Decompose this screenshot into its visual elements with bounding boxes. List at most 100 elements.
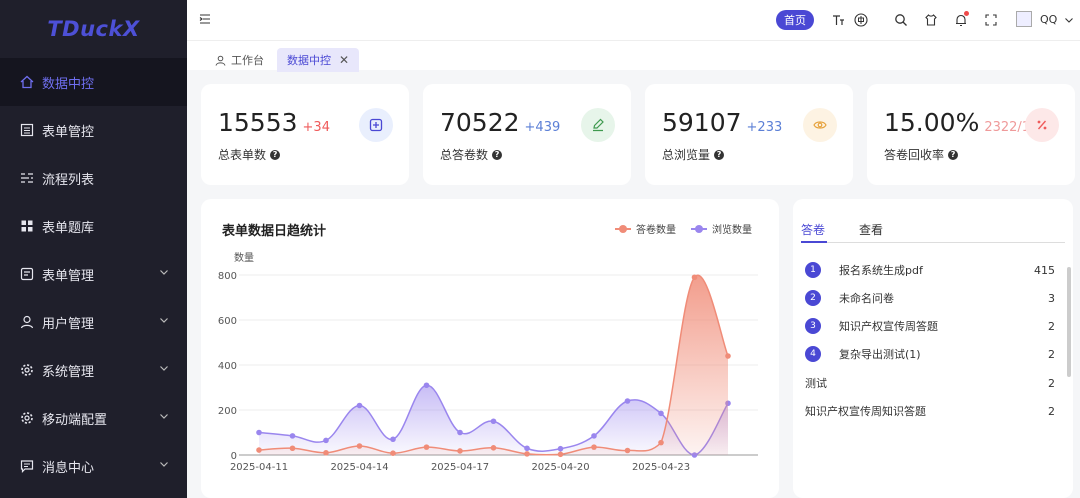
font-size-icon[interactable] bbox=[830, 12, 846, 28]
data-point bbox=[457, 448, 463, 454]
user-icon bbox=[20, 315, 34, 329]
stat-label: 总答卷数? bbox=[440, 146, 503, 163]
rank-value: 2 bbox=[1048, 347, 1055, 361]
data-point bbox=[356, 402, 363, 409]
sidebar-item-system-management[interactable]: 系统管理 bbox=[0, 346, 187, 394]
ranking-card: 答卷 查看 1 报名系统生成pdf 415 2 未命名问卷 3 3 知识产权宣传… bbox=[793, 199, 1073, 498]
percent-icon bbox=[1025, 108, 1059, 142]
fullscreen-icon[interactable] bbox=[983, 12, 999, 28]
help-icon[interactable]: ? bbox=[492, 149, 503, 160]
user-name[interactable]: QQ bbox=[1040, 13, 1057, 26]
sidebar-item-data-center[interactable]: 数据中控 bbox=[0, 58, 187, 106]
data-point bbox=[423, 382, 430, 389]
data-point bbox=[289, 445, 296, 452]
sidebar-item-message-center[interactable]: 消息中心 bbox=[0, 442, 187, 490]
rank-badge: 2 bbox=[805, 290, 821, 306]
tab-workbench[interactable]: 工作台 bbox=[205, 48, 274, 72]
data-point bbox=[557, 445, 564, 452]
help-icon[interactable]: ? bbox=[714, 149, 725, 160]
x-tick-label: 2025-04-14 bbox=[330, 462, 388, 473]
y-tick-label: 800 bbox=[218, 271, 237, 282]
data-point bbox=[390, 436, 396, 443]
avatar[interactable] bbox=[1016, 11, 1032, 27]
chevron-down-icon bbox=[160, 270, 168, 275]
language-icon[interactable] bbox=[853, 12, 869, 28]
rank-name: 知识产权宣传周答题 bbox=[839, 320, 938, 333]
sidebar-item-label: 数据中控 bbox=[42, 76, 95, 92]
data-point bbox=[624, 398, 631, 404]
y-tick-label: 0 bbox=[231, 451, 237, 462]
close-icon[interactable]: ✕ bbox=[339, 53, 349, 67]
x-tick-label: 2025-04-23 bbox=[632, 462, 690, 473]
x-tick-label: 2025-04-17 bbox=[431, 462, 489, 473]
stat-card-recovery-rate: 15.00% 2322/15 答卷回收率? bbox=[867, 84, 1075, 185]
ranking-row[interactable]: 4 复杂导出测试(1) 2 bbox=[805, 344, 1055, 364]
stat-card-total-answers: 70522 +439 总答卷数? bbox=[423, 84, 631, 185]
sidebar-item-label: 表单管控 bbox=[42, 124, 95, 140]
sidebar-item-form-control[interactable]: 表单管控 bbox=[0, 106, 187, 154]
scrollbar[interactable] bbox=[1067, 267, 1071, 377]
data-point bbox=[323, 449, 329, 456]
data-point bbox=[658, 439, 664, 446]
eye-icon bbox=[803, 108, 837, 142]
data-point bbox=[390, 450, 396, 456]
help-icon[interactable]: ? bbox=[948, 149, 959, 160]
data-point bbox=[490, 418, 497, 425]
ranking-row[interactable]: 知识产权宣传周知识答题 2 bbox=[805, 401, 1055, 421]
stat-card-total-forms: 15553 +34 总表单数? bbox=[201, 84, 409, 185]
form-edit-icon bbox=[20, 267, 34, 281]
tab-data-center[interactable]: 数据中控 ✕ bbox=[277, 48, 360, 72]
sidebar-item-form-management[interactable]: 表单管理 bbox=[0, 250, 187, 298]
chevron-down-icon bbox=[160, 462, 168, 467]
home-button[interactable]: 首页 bbox=[776, 10, 814, 30]
logo-text: TDuckX bbox=[47, 17, 140, 41]
data-point bbox=[490, 445, 497, 451]
sidebar-item-label: 表单管理 bbox=[42, 268, 95, 284]
sidebar-item-question-bank[interactable]: 表单题库 bbox=[0, 202, 187, 250]
trend-chart: 数量 0 200 400 600 800 2025-04-11 2025-04-14 2025-… bbox=[218, 251, 758, 473]
ranking-row[interactable]: 2 未命名问卷 3 bbox=[805, 288, 1055, 308]
data-point bbox=[323, 437, 329, 444]
ranking-row[interactable]: 1 报名系统生成pdf 415 bbox=[805, 260, 1055, 280]
sidebar-item-label: 表单题库 bbox=[42, 220, 95, 236]
help-icon[interactable]: ? bbox=[270, 149, 281, 160]
ranking-row[interactable]: 测试 2 bbox=[805, 373, 1055, 393]
tabs-bar: 工作台 数据中控 ✕ bbox=[187, 40, 1080, 72]
tab-views[interactable]: 查看 bbox=[859, 221, 883, 238]
y-tick-label: 200 bbox=[218, 406, 237, 417]
search-icon[interactable] bbox=[893, 12, 909, 28]
stat-label: 总浏览量? bbox=[662, 146, 725, 163]
y-axis-label: 数量 bbox=[234, 251, 254, 264]
stat-value: 70522 +439 bbox=[440, 108, 561, 137]
data-point bbox=[591, 444, 597, 450]
gear-icon bbox=[20, 411, 34, 425]
sidebar-item-flow-list[interactable]: 流程列表 bbox=[0, 154, 187, 202]
data-point bbox=[691, 274, 698, 281]
ranking-row[interactable]: 3 知识产权宣传周答题 2 bbox=[805, 316, 1055, 336]
sidebar-item-mobile-config[interactable]: 移动端配置 bbox=[0, 394, 187, 442]
sidebar-item-label: 移动端配置 bbox=[42, 412, 108, 428]
rank-value: 2 bbox=[1048, 319, 1055, 333]
stat-card-total-views: 59107 +233 总浏览量? bbox=[645, 84, 853, 185]
stat-value: 15.00% 2322/15 bbox=[884, 108, 1039, 137]
app-logo[interactable]: TDuckX bbox=[0, 0, 187, 58]
data-point bbox=[457, 429, 463, 436]
x-tick-label: 2025-04-20 bbox=[531, 462, 589, 473]
sidebar-item-label: 消息中心 bbox=[42, 460, 95, 476]
theme-icon[interactable] bbox=[923, 12, 939, 28]
data-point bbox=[591, 433, 597, 439]
rank-name: 报名系统生成pdf bbox=[839, 264, 923, 277]
stat-delta: +233 bbox=[746, 120, 783, 135]
top-header: 首页 QQ bbox=[187, 0, 1080, 40]
chevron-down-icon[interactable] bbox=[1064, 15, 1074, 25]
stat-label: 总表单数? bbox=[218, 146, 281, 163]
sidebar-item-user-management[interactable]: 用户管理 bbox=[0, 298, 187, 346]
tab-answers[interactable]: 答卷 bbox=[801, 221, 825, 238]
stat-label: 答卷回收率? bbox=[884, 146, 959, 163]
data-point bbox=[356, 443, 363, 449]
data-point bbox=[624, 447, 631, 454]
rank-name: 知识产权宣传周知识答题 bbox=[805, 405, 926, 418]
menu-toggle-icon[interactable] bbox=[199, 13, 211, 25]
rank-value: 2 bbox=[1048, 404, 1055, 418]
chart-card: 表单数据日趋统计 答卷数量 浏览数量 数量 0 200 400 600 800 2025-0… bbox=[201, 199, 779, 498]
